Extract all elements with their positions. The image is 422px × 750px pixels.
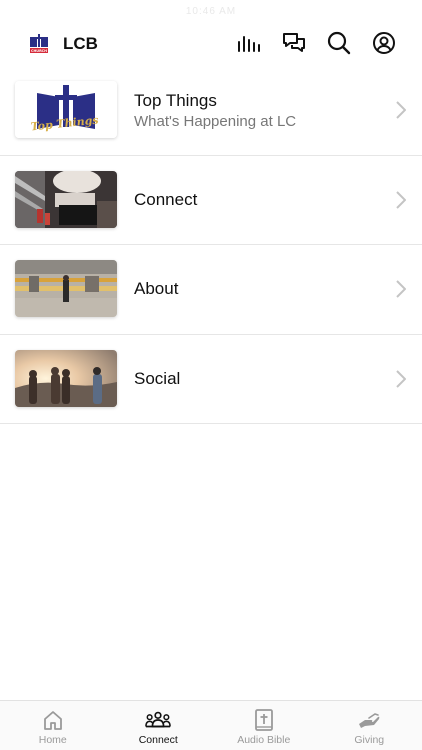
row-title: About: [134, 279, 179, 299]
row-subtitle: What's Happening at LC: [134, 112, 297, 130]
church-logo-icon: CHURCH: [30, 34, 48, 53]
people-icon: [145, 711, 172, 728]
row-title: Top Things: [134, 90, 217, 110]
messages-button[interactable]: [282, 30, 306, 56]
list-item-top-things[interactable]: Top Things Top Things What's Happening a…: [0, 66, 422, 156]
top-things-thumbnail: Top Things: [15, 81, 117, 138]
row-title: Social: [134, 368, 181, 388]
profile-icon: [373, 32, 395, 54]
social-thumbnail: [15, 349, 117, 407]
giving-hand-icon: [359, 713, 380, 728]
profile-button[interactable]: [372, 30, 396, 56]
row-text: Connect: [134, 156, 197, 245]
row-text: Social: [134, 335, 180, 424]
tab-label: Audio Bible: [237, 734, 291, 746]
header-actions: [237, 30, 396, 56]
home-icon: [43, 711, 62, 730]
bible-icon: [254, 709, 273, 731]
tab-label: Connect: [138, 734, 178, 746]
connect-thumbnail: [15, 170, 117, 228]
tab-audio-bible[interactable]: Audio Bible: [211, 701, 317, 750]
search-icon: [327, 31, 351, 55]
tab-bar: Home Connect Audio Bible Giving: [0, 700, 422, 750]
about-thumbnail: [15, 260, 117, 317]
status-bar: 10:46 AM: [0, 0, 422, 24]
chevron-right-icon: [396, 280, 406, 298]
chevron-right-icon: [396, 370, 406, 388]
status-time: 10:46 AM: [185, 6, 237, 17]
content-list: Top Things Top Things What's Happening a…: [0, 66, 422, 424]
audio-button[interactable]: [237, 30, 261, 56]
list-item-connect[interactable]: Connect: [0, 156, 422, 245]
list-item-about[interactable]: About: [0, 245, 422, 335]
chevron-right-icon: [396, 101, 406, 119]
audio-bars-icon: [238, 36, 260, 52]
search-button[interactable]: [327, 30, 351, 56]
app-title: LCB: [63, 34, 98, 53]
row-text: About: [134, 245, 178, 334]
tab-connect[interactable]: Connect: [106, 701, 212, 750]
chevron-right-icon: [396, 191, 406, 209]
row-text: Top Things What's Happening at LC: [134, 66, 296, 155]
tab-label: Home: [38, 734, 67, 746]
app-header: CHURCH LCB: [0, 24, 422, 64]
brand[interactable]: CHURCH LCB: [28, 33, 98, 55]
tab-home[interactable]: Home: [0, 701, 106, 750]
chat-icon: [283, 33, 305, 52]
logo-text: CHURCH: [31, 49, 47, 53]
row-title: Connect: [134, 189, 198, 209]
tab-label: Giving: [354, 734, 385, 746]
tab-giving[interactable]: Giving: [317, 701, 422, 750]
list-item-social[interactable]: Social: [0, 335, 422, 424]
